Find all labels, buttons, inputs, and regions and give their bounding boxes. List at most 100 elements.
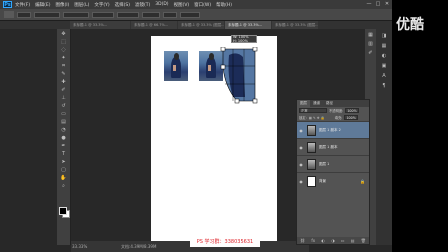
tool-preset-picker[interactable]: [4, 11, 14, 18]
menu-image[interactable]: 图像(I): [55, 2, 69, 8]
doc-tab-3[interactable]: 未标题-1 @ 33.3% (图层...: [178, 21, 224, 29]
layer-thumbnail: [307, 141, 316, 153]
healing-brush-tool-icon[interactable]: ✚: [59, 79, 68, 85]
menu-select[interactable]: 选择(S): [115, 2, 130, 8]
tools-panel: ✥ ⬚ ◌ ✦ ⌗ ✎ ✚ ✐ ⊥ ↺ ▭ ▤ ◔ ● ✒ T ➤ ▢ ✋ ⌕: [57, 29, 71, 245]
y-field[interactable]: [63, 11, 89, 18]
move-tool-icon[interactable]: ✥: [59, 31, 68, 37]
x-field[interactable]: [34, 11, 60, 18]
doc-tab-1[interactable]: 未标题-1 @ 33.3%...: [70, 21, 130, 29]
warp-toggle[interactable]: [163, 11, 177, 18]
close-button[interactable]: ✕: [384, 1, 390, 7]
gradient-tool-icon[interactable]: ▤: [59, 119, 68, 125]
paragraph-icon[interactable]: ¶: [380, 84, 388, 89]
menu-file[interactable]: 文件(F): [15, 2, 30, 8]
warp-handle[interactable]: [252, 98, 258, 104]
layer-thumbnail: [307, 158, 316, 170]
width-field[interactable]: [92, 11, 114, 18]
properties-icon[interactable]: ▥: [367, 42, 374, 47]
warp-handle[interactable]: [220, 64, 226, 70]
marquee-tool-icon[interactable]: ⬚: [59, 39, 68, 45]
new-group-icon[interactable]: ▭: [341, 238, 345, 243]
window-controls: — □ ✕: [366, 1, 390, 7]
warp-transform-grid[interactable]: [219, 47, 259, 105]
youku-brand-logo: 优酷: [396, 17, 424, 33]
layer-thumbnail: [307, 175, 316, 187]
warp-handle[interactable]: [252, 47, 258, 52]
lock-icons[interactable]: ▦ ✎ ✥ 🔒: [309, 116, 333, 120]
character-icon[interactable]: A: [380, 74, 388, 79]
type-tool-icon[interactable]: T: [59, 151, 68, 157]
layers-panel-footer: ⛓ fx ◐ ◑ ▭ ▤ 🗑: [297, 237, 369, 244]
zoom-level[interactable]: 33.33%: [72, 241, 87, 252]
pen-tool-icon[interactable]: ✒: [59, 143, 68, 149]
fill-field[interactable]: 100%: [344, 115, 359, 120]
clone-stamp-tool-icon[interactable]: ⊥: [59, 95, 68, 101]
menu-layer[interactable]: 图层(L): [74, 2, 89, 8]
layer-row[interactable]: ◉ 背景 🔒: [297, 172, 369, 189]
doc-tab-5[interactable]: 未标题-1 @ 33.3% (图层...: [272, 21, 318, 29]
menu-edit[interactable]: 编辑(E): [35, 2, 50, 8]
angle-field[interactable]: [142, 11, 160, 18]
opacity-field[interactable]: 100%: [345, 108, 360, 113]
add-mask-icon[interactable]: ◐: [321, 238, 325, 243]
delete-layer-icon[interactable]: 🗑: [361, 238, 366, 243]
new-layer-icon[interactable]: ▤: [351, 238, 355, 243]
height-field[interactable]: [117, 11, 139, 18]
adjustment-layer-icon[interactable]: ◑: [331, 238, 335, 243]
hand-tool-icon[interactable]: ✋: [59, 175, 68, 181]
person-head: [208, 53, 214, 60]
dodge-tool-icon[interactable]: ●: [59, 135, 68, 141]
maximize-button[interactable]: □: [375, 1, 381, 7]
lock-row: 锁定: ▦ ✎ ✥ 🔒 填充: 100%: [297, 114, 369, 121]
path-selection-tool-icon[interactable]: ➤: [59, 159, 68, 165]
history-brush-tool-icon[interactable]: ↺: [59, 103, 68, 109]
tab-paths[interactable]: 路径: [323, 100, 336, 107]
eraser-tool-icon[interactable]: ▭: [59, 111, 68, 117]
tab-layers[interactable]: 图层: [297, 100, 310, 107]
foreground-color-swatch[interactable]: [59, 207, 67, 215]
brush-panel-icon[interactable]: ✐: [367, 51, 374, 56]
layer-row[interactable]: ◉ 图层 1 副本: [297, 138, 369, 155]
tab-channels[interactable]: 通道: [310, 100, 323, 107]
visibility-eye-icon[interactable]: ◉: [297, 179, 305, 184]
color-icon[interactable]: ◨: [380, 34, 388, 39]
doc-tab-2[interactable]: 未标题-1 @ 66.7%...: [131, 21, 177, 29]
brush-tool-icon[interactable]: ✐: [59, 87, 68, 93]
visibility-eye-icon[interactable]: ◉: [297, 145, 305, 150]
link-layers-icon[interactable]: ⛓: [300, 238, 305, 243]
shape-tool-icon[interactable]: ▢: [59, 167, 68, 173]
menu-type[interactable]: 文字(Y): [94, 2, 109, 8]
layer-style-icon[interactable]: fx: [311, 238, 315, 243]
visibility-eye-icon[interactable]: ◉: [297, 162, 305, 167]
layer-row[interactable]: ◉ 图层 1 副本 2: [297, 121, 369, 138]
warp-handle[interactable]: [234, 98, 240, 104]
styles-icon[interactable]: ▣: [380, 64, 388, 69]
doc-tab-4[interactable]: 未标题-1 @ 33.3%...: [225, 21, 271, 29]
canvas-area[interactable]: W: 100% H: 100%: [71, 29, 309, 241]
blur-tool-icon[interactable]: ◔: [59, 127, 68, 133]
visibility-eye-icon[interactable]: ◉: [297, 128, 305, 133]
eyedropper-tool-icon[interactable]: ✎: [59, 71, 68, 77]
warp-handle[interactable]: [220, 47, 226, 52]
menu-help[interactable]: 帮助(H): [216, 2, 232, 8]
lasso-tool-icon[interactable]: ◌: [59, 47, 68, 53]
layer-row[interactable]: ◉ 图层 1: [297, 155, 369, 172]
blend-mode-select[interactable]: 正常: [299, 108, 327, 113]
reference-point-field[interactable]: [17, 11, 31, 18]
menu-window[interactable]: 窗口(W): [194, 2, 211, 8]
menu-3d[interactable]: 3D(D): [155, 2, 168, 7]
hud-height: H: 100%: [233, 38, 248, 43]
crop-tool-icon[interactable]: ⌗: [59, 63, 68, 69]
photo-layer-1[interactable]: [164, 51, 188, 81]
interpolation-select[interactable]: [180, 11, 200, 18]
menu-view[interactable]: 视图(V): [174, 2, 190, 8]
swatches-icon[interactable]: ▦: [380, 44, 388, 49]
adjustments-icon[interactable]: ◐: [380, 54, 388, 59]
zoom-tool-icon[interactable]: ⌕: [59, 183, 68, 189]
minimize-button[interactable]: —: [366, 1, 372, 7]
history-icon[interactable]: ▦: [367, 33, 374, 38]
menu-filter[interactable]: 滤镜(T): [135, 2, 150, 8]
opacity-label: 不透明度:: [329, 109, 344, 113]
magic-wand-tool-icon[interactable]: ✦: [59, 55, 68, 61]
